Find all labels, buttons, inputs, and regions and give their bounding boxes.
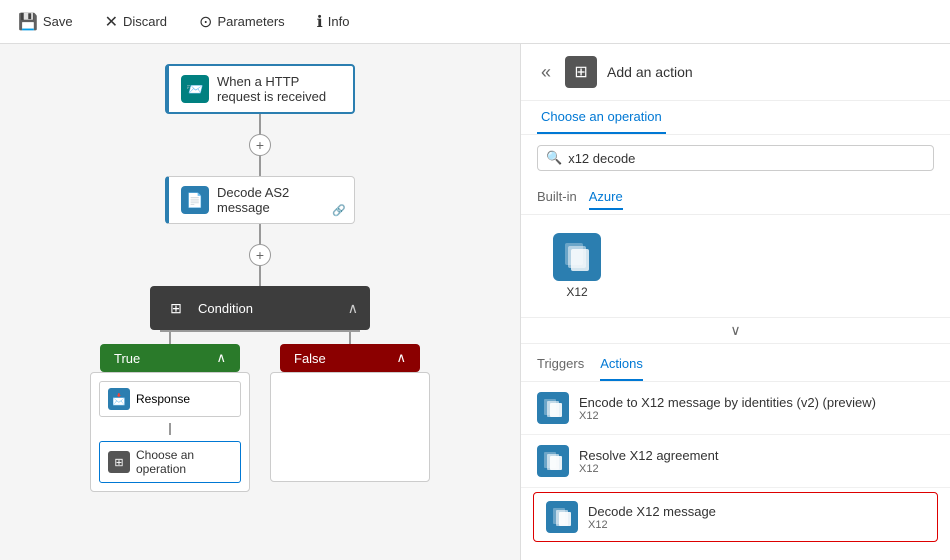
panel-title: Add an action (607, 64, 693, 80)
search-icon: 🔍 (546, 150, 562, 166)
action-info-0: Encode to X12 message by identities (v2)… (579, 395, 934, 422)
parameters-label: Parameters (217, 14, 284, 29)
true-body: 📩 Response ⊞ Choose an operation (90, 372, 250, 492)
condition-icon: ⊞ (162, 294, 190, 322)
action-icon-1 (537, 445, 569, 477)
branches-area: True ∧ 📩 Response ⊞ Choose an opera (90, 330, 430, 492)
choose-op-node[interactable]: ⊞ Choose an operation (99, 441, 241, 483)
filter-azure[interactable]: Azure (589, 185, 623, 210)
info-label: Info (328, 14, 350, 29)
false-body (270, 372, 430, 482)
response-label: Response (136, 392, 190, 406)
false-label: False (294, 351, 326, 366)
false-chevron: ∧ (396, 350, 406, 366)
decode-label: Decode AS2 message (217, 185, 342, 215)
panel-tabs: Choose an operation (521, 101, 950, 135)
panel-header: « ⊞ Add an action (521, 44, 950, 101)
condition-chevron: ∧ (348, 300, 358, 317)
false-header[interactable]: False ∧ (280, 344, 420, 372)
choose-op-icon: ⊞ (108, 451, 130, 473)
filter-azure-label: Azure (589, 189, 623, 204)
search-box[interactable]: 🔍 (537, 145, 934, 171)
decode-node[interactable]: 📄 Decode AS2 message 🔗 (165, 176, 355, 224)
branch-row: True ∧ 📩 Response ⊞ Choose an opera (90, 330, 430, 492)
x12-card[interactable]: X12 (537, 225, 617, 307)
connector-1: + (249, 114, 271, 176)
action-name-0: Encode to X12 message by identities (v2)… (579, 395, 934, 410)
condition-label: Condition (198, 301, 253, 316)
decode-icon: 📄 (181, 186, 209, 214)
action-name-2: Decode X12 message (588, 504, 925, 519)
line-2b (259, 266, 261, 286)
chevron-down[interactable]: ∨ (521, 318, 950, 344)
flow: 📨 When a HTTP request is received + 📄 De… (90, 64, 430, 492)
action-icon-0 (537, 392, 569, 424)
tab-choose-operation[interactable]: Choose an operation (537, 101, 666, 134)
branch-connector-1 (169, 423, 171, 435)
response-node[interactable]: 📩 Response (99, 381, 241, 417)
tab-actions-label: Actions (600, 356, 643, 371)
info-icon: ℹ (317, 12, 323, 32)
link-icon: 🔗 (332, 204, 346, 217)
save-icon: 💾 (18, 12, 38, 32)
search-input[interactable] (568, 151, 925, 166)
save-label: Save (43, 14, 73, 29)
http-icon: 📨 (181, 75, 209, 103)
info-button[interactable]: ℹ Info (311, 8, 356, 36)
action-sub-1: X12 (579, 463, 934, 475)
line-1b (259, 156, 261, 176)
main-area: 📨 When a HTTP request is received + 📄 De… (0, 44, 950, 560)
true-branch: True ∧ 📩 Response ⊞ Choose an opera (90, 330, 250, 492)
connector-2: + (249, 224, 271, 286)
filter-builtin-label: Built-in (537, 189, 577, 204)
collapse-button[interactable]: « (537, 60, 555, 85)
x12-label: X12 (566, 285, 587, 299)
h-line (160, 330, 360, 332)
choose-op-label: Choose an operation (136, 448, 232, 476)
save-button[interactable]: 💾 Save (12, 8, 79, 36)
parameters-button[interactable]: ⊙ Parameters (193, 8, 291, 36)
discard-label: Discard (123, 14, 167, 29)
false-top-line (349, 330, 351, 344)
action-info-2: Decode X12 message X12 (588, 504, 925, 531)
false-branch: False ∧ (270, 330, 430, 482)
toolbar: 💾 Save ✕ Discard ⊙ Parameters ℹ Info (0, 0, 950, 44)
tab-triggers-label: Triggers (537, 356, 584, 371)
parameters-icon: ⊙ (199, 12, 212, 32)
filter-tabs: Built-in Azure (521, 181, 950, 215)
action-sub-2: X12 (588, 519, 925, 531)
canvas: 📨 When a HTTP request is received + 📄 De… (0, 44, 520, 560)
x12-card-icon (553, 233, 601, 281)
action-item-1[interactable]: Resolve X12 agreement X12 (521, 435, 950, 488)
tab-choose-op-label: Choose an operation (541, 109, 662, 124)
add-btn-2[interactable]: + (249, 244, 271, 266)
tab-triggers[interactable]: Triggers (537, 352, 584, 381)
true-top-line (169, 330, 171, 344)
line-2 (259, 224, 261, 244)
action-item-2[interactable]: Decode X12 message X12 (533, 492, 938, 542)
http-node[interactable]: 📨 When a HTTP request is received (165, 64, 355, 114)
discard-icon: ✕ (105, 12, 118, 32)
panel-icon: ⊞ (565, 56, 597, 88)
actions-tabs: Triggers Actions (521, 344, 950, 382)
right-panel: « ⊞ Add an action Choose an operation 🔍 … (520, 44, 950, 560)
x12-section: X12 (521, 215, 950, 318)
tab-actions[interactable]: Actions (600, 352, 643, 381)
action-icon-2 (546, 501, 578, 533)
action-info-1: Resolve X12 agreement X12 (579, 448, 934, 475)
action-sub-0: X12 (579, 410, 934, 422)
discard-button[interactable]: ✕ Discard (99, 8, 173, 36)
true-header[interactable]: True ∧ (100, 344, 240, 372)
condition-node[interactable]: ⊞ Condition ∧ (150, 286, 370, 330)
action-item-0[interactable]: Encode to X12 message by identities (v2)… (521, 382, 950, 435)
add-btn-1[interactable]: + (249, 134, 271, 156)
true-chevron: ∧ (216, 350, 226, 366)
action-name-1: Resolve X12 agreement (579, 448, 934, 463)
true-label: True (114, 351, 140, 366)
line-1 (259, 114, 261, 134)
http-label: When a HTTP request is received (217, 74, 341, 104)
filter-builtin[interactable]: Built-in (537, 185, 577, 210)
response-icon: 📩 (108, 388, 130, 410)
actions-section: Triggers Actions Encode to X12 message b… (521, 344, 950, 560)
